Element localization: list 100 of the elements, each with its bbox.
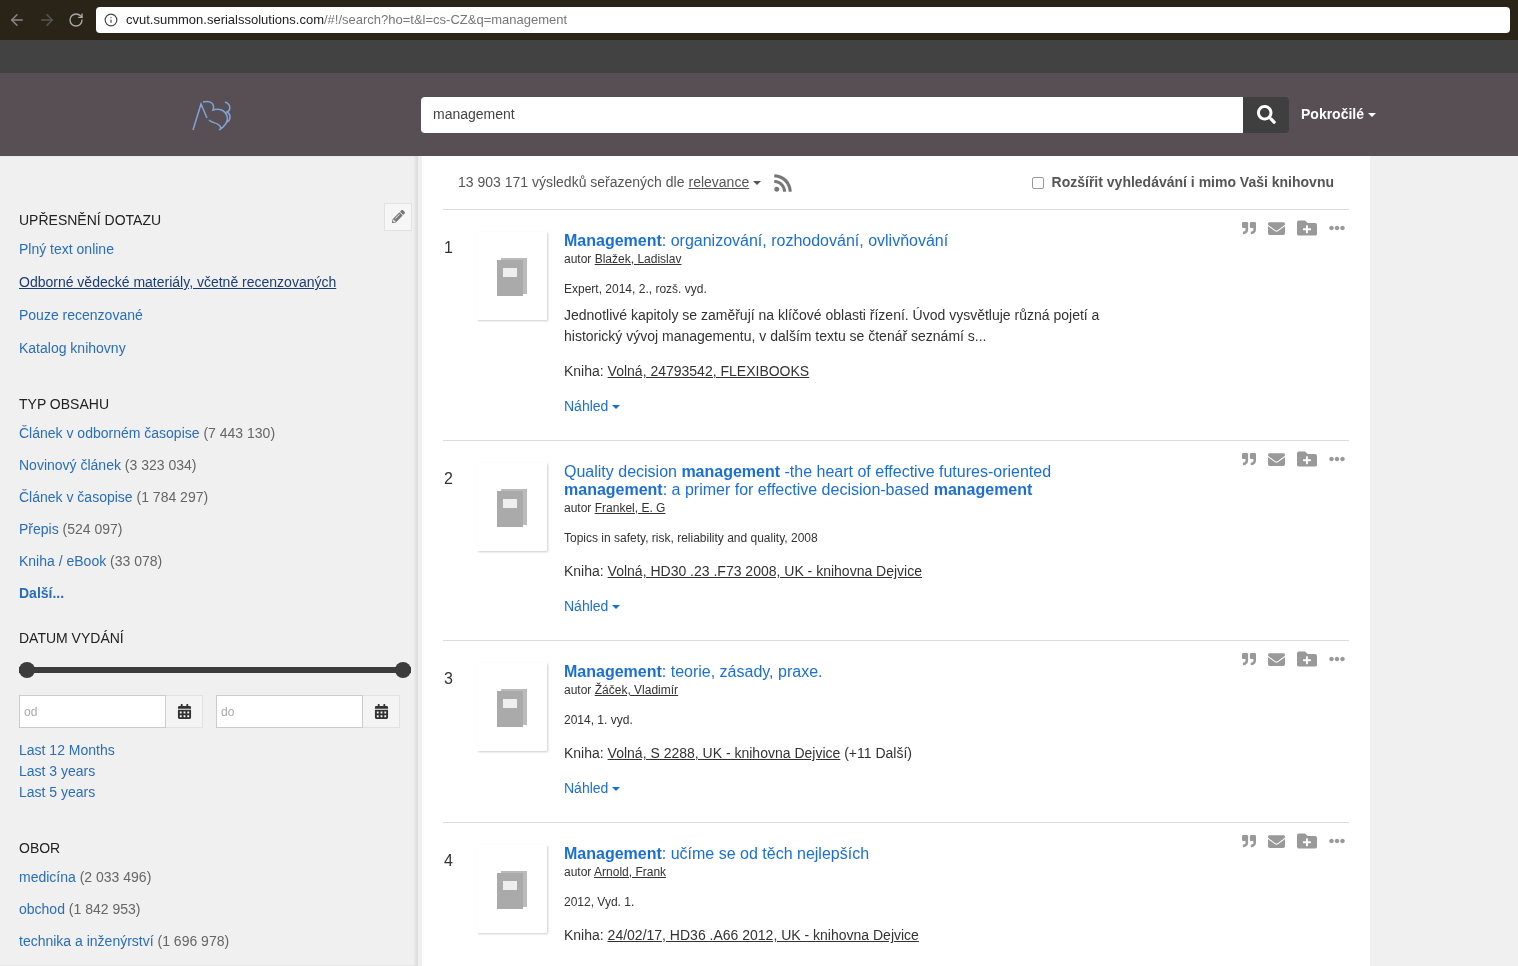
folder-plus-icon[interactable]	[1297, 649, 1317, 669]
preview-button[interactable]: Náhled	[564, 596, 621, 617]
result-number: 3	[443, 669, 454, 689]
date-preset-link[interactable]: Last 12 Months	[19, 740, 115, 761]
holding-link[interactable]: Volná, HD30 .23 .F73 2008, UK - knihovna Dejvice	[607, 563, 922, 579]
expand-label: Rozšířit vyhledávání i mimo Vaši knihovnu	[1051, 173, 1334, 192]
result-count: 13 903 171 výsledků seřazených dle	[458, 173, 685, 192]
refine-link[interactable]: Odborné vědecké materiály, včetně recenzovaných	[19, 272, 337, 293]
facet-link[interactable]: obchod	[19, 901, 65, 917]
search-button[interactable]	[1243, 96, 1289, 133]
publication-info: Expert, 2014, 2., rozš. vyd.	[564, 281, 708, 298]
holding-link[interactable]: Volná, S 2288, UK - knihovna Dejvice	[607, 745, 841, 761]
quote-icon[interactable]	[1242, 452, 1256, 466]
section-heading: TYP OBSAHU	[19, 395, 109, 414]
author-link[interactable]: Arnold, Frank	[594, 865, 667, 879]
date-preset-link[interactable]: Last 3 years	[19, 761, 96, 782]
date-input[interactable]: do	[216, 695, 363, 728]
holding-label: Kniha:	[564, 363, 604, 379]
holding-link[interactable]: 24/02/17, HD36 .A66 2012, UK - knihovna Dejvice	[607, 927, 919, 943]
facet-count: (1 784 297)	[136, 489, 209, 505]
result-number: 4	[443, 851, 454, 871]
facet-link[interactable]: technika a inženýrství	[19, 933, 154, 949]
back-icon[interactable]	[8, 11, 26, 29]
calendar-button[interactable]	[166, 695, 203, 728]
quote-icon[interactable]	[1242, 652, 1256, 666]
result-number: 1	[443, 238, 454, 258]
advanced-search-button[interactable]: Pokročilé	[1301, 104, 1377, 125]
result-number: 2	[443, 469, 454, 489]
section-heading: DATUM VYDÁNÍ	[19, 629, 124, 648]
facet-link[interactable]: Článek v časopise	[19, 489, 133, 505]
rss-icon[interactable]	[773, 172, 794, 193]
email-icon[interactable]	[1268, 650, 1285, 668]
facet-count: (3 323 034)	[124, 457, 197, 473]
address-bar[interactable]: cvut.summon.serialssolutions.com/#!/search?ho=t&l=cs-CZ&q=management	[96, 7, 1510, 33]
folder-plus-icon[interactable]	[1297, 218, 1317, 238]
book-icon	[495, 869, 529, 909]
caret-icon	[612, 604, 621, 609]
result-title[interactable]: Management: organizování, rozhodování, ovlivňování	[564, 232, 1124, 250]
holding-link[interactable]: Volná, 24793542, FLEXIBOOKS	[607, 363, 810, 379]
author-label: autor	[564, 683, 592, 697]
facet-link[interactable]: medicína	[19, 869, 76, 885]
author-label: autor	[564, 501, 592, 515]
email-icon[interactable]	[1268, 832, 1285, 850]
sort-dropdown[interactable]: relevance	[688, 172, 762, 193]
holding-label: Kniha:	[564, 563, 604, 579]
author-link[interactable]: Žáček, Vladimír	[594, 683, 679, 697]
section-heading: OBOR	[19, 839, 61, 858]
result-description: Jednotlivé kapitoly se zaměřují na klíčové oblasti řízení. Úvod vysvětluje různá pojetí a historický vývoj managementu, v dalším textu se čtenář seznámí s...	[564, 306, 1101, 346]
holding-label: Kniha:	[564, 745, 604, 761]
slider-handle[interactable]	[19, 662, 35, 678]
author-label: autor	[564, 865, 592, 879]
forward-icon[interactable]	[38, 11, 56, 29]
facet-link[interactable]: Kniha / eBook	[19, 553, 107, 569]
facet-count: (33 078)	[110, 553, 163, 569]
refine-link[interactable]: Katalog knihovny	[19, 338, 126, 359]
search-field[interactable]: management	[421, 96, 1243, 133]
quote-icon[interactable]	[1242, 221, 1256, 235]
quote-icon[interactable]	[1242, 834, 1256, 848]
folder-plus-icon[interactable]	[1297, 831, 1317, 851]
pencil-icon	[391, 210, 405, 223]
publication-info: 2012, Vyd. 1.	[564, 894, 636, 911]
refine-link[interactable]: Pouze recenzované	[19, 305, 143, 326]
caret-icon	[1368, 112, 1377, 117]
author-link[interactable]: Frankel, E. G	[594, 501, 666, 515]
calendar-button[interactable]	[363, 695, 400, 728]
more-link[interactable]: Další...	[19, 583, 412, 604]
preview-button[interactable]: Náhled	[564, 396, 621, 417]
search-icon	[1256, 105, 1276, 124]
facet-count: (1 696 978)	[157, 933, 230, 949]
book-icon	[495, 256, 529, 296]
result-title[interactable]: Management: učíme se od těch nejlepších	[564, 845, 1124, 863]
slider-handle[interactable]	[395, 662, 411, 678]
facet-link[interactable]: Přepis	[19, 521, 59, 537]
date-preset-link[interactable]: Last 5 years	[19, 782, 96, 803]
edit-button[interactable]	[384, 202, 412, 231]
result-title[interactable]: Management: teorie, zásady, praxe.	[564, 663, 1124, 681]
info-icon	[104, 13, 118, 27]
section-heading: UPŘESNĚNÍ DOTAZU	[19, 211, 162, 230]
refine-link[interactable]: Plný text online	[19, 239, 114, 260]
holding-label: Kniha:	[564, 927, 604, 943]
calendar-icon	[176, 704, 192, 719]
publication-info: Topics in safety, risk, reliability and quality, 2008	[564, 530, 819, 547]
email-icon[interactable]	[1268, 219, 1285, 237]
preview-button[interactable]: Náhled	[564, 778, 621, 799]
facet-count: (524 097)	[62, 521, 123, 537]
url-text: cvut.summon.serialssolutions.com/#!/search?ho=t&l=cs-CZ&q=management	[126, 11, 568, 30]
book-icon	[495, 687, 529, 727]
facet-link[interactable]: Novinový článek	[19, 457, 121, 473]
email-icon[interactable]	[1268, 450, 1285, 468]
folder-plus-icon[interactable]	[1297, 449, 1317, 469]
caret-icon	[612, 786, 621, 791]
expand-checkbox[interactable]	[1031, 176, 1044, 189]
result-title[interactable]: Quality decision management -the heart of effective futures-oriented management: a primer for effective decision-based management	[564, 463, 1124, 499]
book-icon	[495, 487, 529, 527]
facet-link[interactable]: Článek v odborném časopise	[19, 425, 200, 441]
date-input[interactable]: od	[19, 695, 166, 728]
reload-icon[interactable]	[68, 12, 84, 28]
holding-extra: (+11 Další)	[844, 745, 912, 761]
publication-info: 2014, 1. vyd.	[564, 712, 634, 729]
author-link[interactable]: Blažek, Ladislav	[594, 252, 682, 266]
